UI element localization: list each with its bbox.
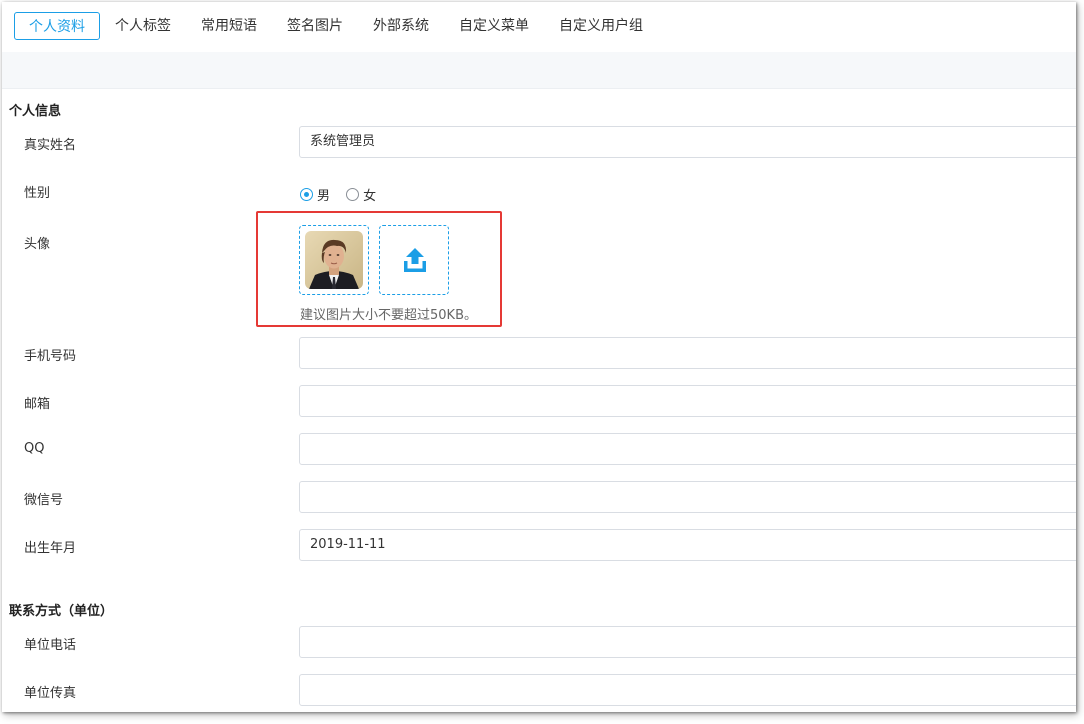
tab-tags[interactable]: 个人标签 xyxy=(115,12,171,40)
tab-phrases[interactable]: 常用短语 xyxy=(201,12,257,40)
real-name-input[interactable]: 系统管理员 xyxy=(299,126,1076,158)
gender-male-radio[interactable]: 男 xyxy=(300,185,330,204)
tab-profile[interactable]: 个人资料 xyxy=(14,12,100,40)
gender-female-radio[interactable]: 女 xyxy=(346,185,376,204)
gender-male-label: 男 xyxy=(317,189,331,204)
work-phone-label: 单位电话 xyxy=(24,638,77,653)
gender-label: 性别 xyxy=(24,186,51,201)
tab-signature[interactable]: 签名图片 xyxy=(287,12,343,40)
highlight-box xyxy=(256,211,502,327)
birth-date-input[interactable]: 2019-11-11 xyxy=(299,529,1076,561)
gender-radio-group: 男 女 xyxy=(300,185,388,205)
email-input[interactable] xyxy=(299,385,1076,417)
qq-label: QQ xyxy=(24,441,45,456)
avatar-label: 头像 xyxy=(24,237,51,252)
tab-custom-groups[interactable]: 自定义用户组 xyxy=(559,12,643,40)
real-name-label: 真实姓名 xyxy=(24,138,77,153)
radio-unchecked-icon xyxy=(346,188,360,201)
section-title-personal: 个人信息 xyxy=(9,104,62,119)
work-phone-input[interactable] xyxy=(299,626,1076,658)
radio-checked-icon xyxy=(300,188,313,201)
wechat-input[interactable] xyxy=(299,481,1076,513)
tab-bar: 个人资料 个人标签 常用短语 签名图片 外部系统 自定义菜单 自定义用户组 xyxy=(2,2,1076,53)
tab-custom-menu[interactable]: 自定义菜单 xyxy=(459,12,529,40)
toolbar-strip xyxy=(2,52,1076,89)
qq-input[interactable] xyxy=(299,433,1076,465)
tab-external-systems[interactable]: 外部系统 xyxy=(373,12,429,40)
work-fax-input[interactable] xyxy=(299,674,1076,706)
work-fax-label: 单位传真 xyxy=(24,686,77,701)
gender-female-label: 女 xyxy=(363,189,377,204)
email-label: 邮箱 xyxy=(24,397,51,412)
phone-label: 手机号码 xyxy=(24,349,77,364)
section-title-contact: 联系方式（单位） xyxy=(9,604,114,619)
profile-window: 个人资料 个人标签 常用短语 签名图片 外部系统 自定义菜单 自定义用户组 个人… xyxy=(2,2,1076,712)
birth-label: 出生年月 xyxy=(24,541,77,556)
phone-input[interactable] xyxy=(299,337,1076,369)
wechat-label: 微信号 xyxy=(24,493,64,508)
